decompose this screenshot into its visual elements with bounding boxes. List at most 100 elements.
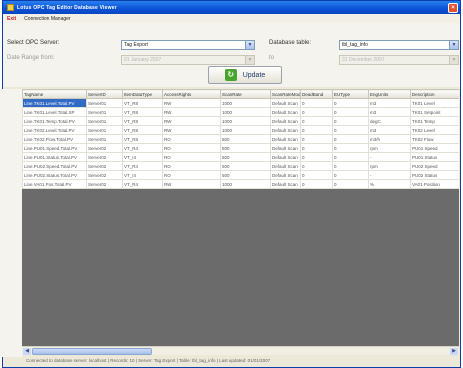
table-cell[interactable]: RW xyxy=(162,116,221,126)
table-cell[interactable]: Default Scan xyxy=(270,134,301,144)
table-cell[interactable]: 1000 xyxy=(220,116,271,126)
table-cell[interactable]: VT_I4 xyxy=(122,170,163,180)
table-cell[interactable]: Server01 xyxy=(86,116,123,126)
table-cell[interactable]: PU01 Speed xyxy=(410,143,459,153)
table-row[interactable]: Line.VA01.Pos.Total.PV Server02 VT_R4 RW 100… xyxy=(22,179,459,189)
table-row[interactable]: Line.TK02.Level.Total.PV Server01 VT_R8 RW 1… xyxy=(22,125,459,135)
horizontal-scrollbar[interactable]: ◀ ▶ xyxy=(22,346,459,355)
table-cell[interactable]: Line.TK02.Level.Total.PV xyxy=(22,125,87,135)
column-header[interactable]: EUType xyxy=(332,89,369,99)
table-cell[interactable]: VT_R8 xyxy=(122,125,163,135)
table-cell[interactable]: Server01 xyxy=(86,125,123,135)
table-cell[interactable]: PU02 Status xyxy=(410,170,459,180)
table-cell[interactable]: TK01 Level xyxy=(410,98,459,108)
server-select[interactable]: Tag Export ▼ xyxy=(121,40,255,50)
table-cell[interactable]: VT_R8 xyxy=(122,98,163,108)
table-cell[interactable]: Default Scan xyxy=(270,179,301,189)
column-header[interactable]: ScanRate xyxy=(220,89,271,99)
table-cell[interactable]: degC xyxy=(368,116,411,126)
table-cell[interactable]: Server02 xyxy=(86,152,123,162)
column-header[interactable]: TagName xyxy=(22,89,87,99)
database-select[interactable]: tbl_tag_info ▼ xyxy=(339,40,459,50)
table-cell[interactable]: VT_R4 xyxy=(122,179,163,189)
chevron-down-icon[interactable]: ▼ xyxy=(449,56,458,64)
table-cell[interactable]: Server01 xyxy=(86,107,123,117)
table-cell[interactable]: Server02 xyxy=(86,143,123,153)
scrollbar-thumb[interactable] xyxy=(32,348,152,355)
table-cell[interactable]: TK02 Flow xyxy=(410,134,459,144)
table-cell[interactable]: 1000 xyxy=(220,125,271,135)
table-cell[interactable]: 1000 xyxy=(220,179,271,189)
table-cell[interactable]: 0 xyxy=(300,98,333,108)
table-cell[interactable]: - xyxy=(368,170,411,180)
chevron-down-icon[interactable]: ▼ xyxy=(245,56,254,64)
table-cell[interactable]: Server02 xyxy=(86,179,123,189)
table-row[interactable]: Line.PU02.Status.Total.PV Server02 VT_I4 RO… xyxy=(22,170,459,180)
table-cell[interactable]: PU01 Status xyxy=(410,152,459,162)
table-cell[interactable]: Server02 xyxy=(86,161,123,171)
table-cell[interactable]: 0 xyxy=(332,125,369,135)
table-cell[interactable]: Line.PU02.Status.Total.PV xyxy=(22,170,87,180)
table-cell[interactable]: % xyxy=(368,179,411,189)
close-button[interactable]: × xyxy=(448,2,458,13)
table-cell[interactable]: VT_R8 xyxy=(122,116,163,126)
table-cell[interactable]: 0 xyxy=(332,107,369,117)
chevron-down-icon[interactable]: ▼ xyxy=(245,41,254,49)
table-cell[interactable]: Server01 xyxy=(86,98,123,108)
table-cell[interactable]: RW xyxy=(162,107,221,117)
table-cell[interactable]: Line.TK01.Level.Total.SP xyxy=(22,107,87,117)
table-cell[interactable]: RW xyxy=(162,125,221,135)
table-cell[interactable]: 1000 xyxy=(220,107,271,117)
column-header[interactable]: ItemDataType xyxy=(122,89,163,99)
table-cell[interactable]: 0 xyxy=(332,161,369,171)
table-row[interactable]: Line.PU02.Speed.Total.PV Server02 VT_R4 RO 5… xyxy=(22,161,459,171)
table-cell[interactable]: Line.PU02.Speed.Total.PV xyxy=(22,161,87,171)
table-row[interactable]: Line.PU01.Status.Total.PV Server02 VT_I4 RO… xyxy=(22,152,459,162)
table-row[interactable]: Line.TK01.Level.Total.PV Server01 VT_R8 RW 1… xyxy=(22,98,459,108)
table-cell[interactable]: m3 xyxy=(368,107,411,117)
table-cell[interactable]: VT_R8 xyxy=(122,107,163,117)
table-cell[interactable]: m3 xyxy=(368,98,411,108)
table-cell[interactable]: Default Scan xyxy=(270,107,301,117)
table-cell[interactable]: Line.TK01.Temp.Total.PV xyxy=(22,116,87,126)
column-header[interactable]: EngUnits xyxy=(368,89,411,99)
table-cell[interactable]: Default Scan xyxy=(270,161,301,171)
table-cell[interactable]: 0 xyxy=(332,116,369,126)
table-cell[interactable]: 0 xyxy=(332,170,369,180)
table-cell[interactable]: VA01 Position xyxy=(410,179,459,189)
table-cell[interactable]: RW xyxy=(162,179,221,189)
table-cell[interactable]: 500 xyxy=(220,170,271,180)
table-cell[interactable]: Default Scan xyxy=(270,125,301,135)
data-grid[interactable]: TagName ServerID ItemDataType AccessRights S… xyxy=(22,89,459,346)
update-button[interactable]: ↻ Update xyxy=(208,66,282,84)
table-cell[interactable]: RO xyxy=(162,152,221,162)
table-cell[interactable]: 0 xyxy=(300,125,333,135)
table-cell[interactable]: VT_I4 xyxy=(122,152,163,162)
table-cell[interactable]: 0 xyxy=(332,143,369,153)
scroll-left-icon[interactable]: ◀ xyxy=(23,348,31,355)
table-cell[interactable]: 0 xyxy=(300,170,333,180)
table-cell[interactable]: 500 xyxy=(220,134,271,144)
table-cell[interactable]: Default Scan xyxy=(270,116,301,126)
table-cell[interactable]: 0 xyxy=(300,143,333,153)
scroll-right-icon[interactable]: ▶ xyxy=(450,348,458,355)
column-header[interactable]: ScanRateMode xyxy=(270,89,301,99)
table-row[interactable]: Line.TK01.Temp.Total.PV Server01 VT_R8 RW 10… xyxy=(22,116,459,126)
table-cell[interactable]: 0 xyxy=(300,134,333,144)
table-cell[interactable]: Server02 xyxy=(86,170,123,180)
table-cell[interactable]: 0 xyxy=(300,152,333,162)
column-header[interactable]: DeadBand xyxy=(300,89,333,99)
table-cell[interactable]: 0 xyxy=(332,179,369,189)
table-cell[interactable]: m3/h xyxy=(368,134,411,144)
table-cell[interactable]: Default Scan xyxy=(270,152,301,162)
table-cell[interactable]: VT_R8 xyxy=(122,134,163,144)
table-cell[interactable]: 500 xyxy=(220,143,271,153)
table-row[interactable]: Line.TK01.Level.Total.SP Server01 VT_R8 RW 1… xyxy=(22,107,459,117)
menu-item-connection-manager[interactable]: Connection Manager xyxy=(24,16,70,22)
table-cell[interactable]: RO xyxy=(162,134,221,144)
table-cell[interactable]: Default Scan xyxy=(270,170,301,180)
table-cell[interactable]: 0 xyxy=(300,107,333,117)
table-cell[interactable]: 500 xyxy=(220,152,271,162)
table-cell[interactable]: Line.TK01.Level.Total.PV xyxy=(22,98,87,108)
column-header[interactable]: Description xyxy=(410,89,459,99)
